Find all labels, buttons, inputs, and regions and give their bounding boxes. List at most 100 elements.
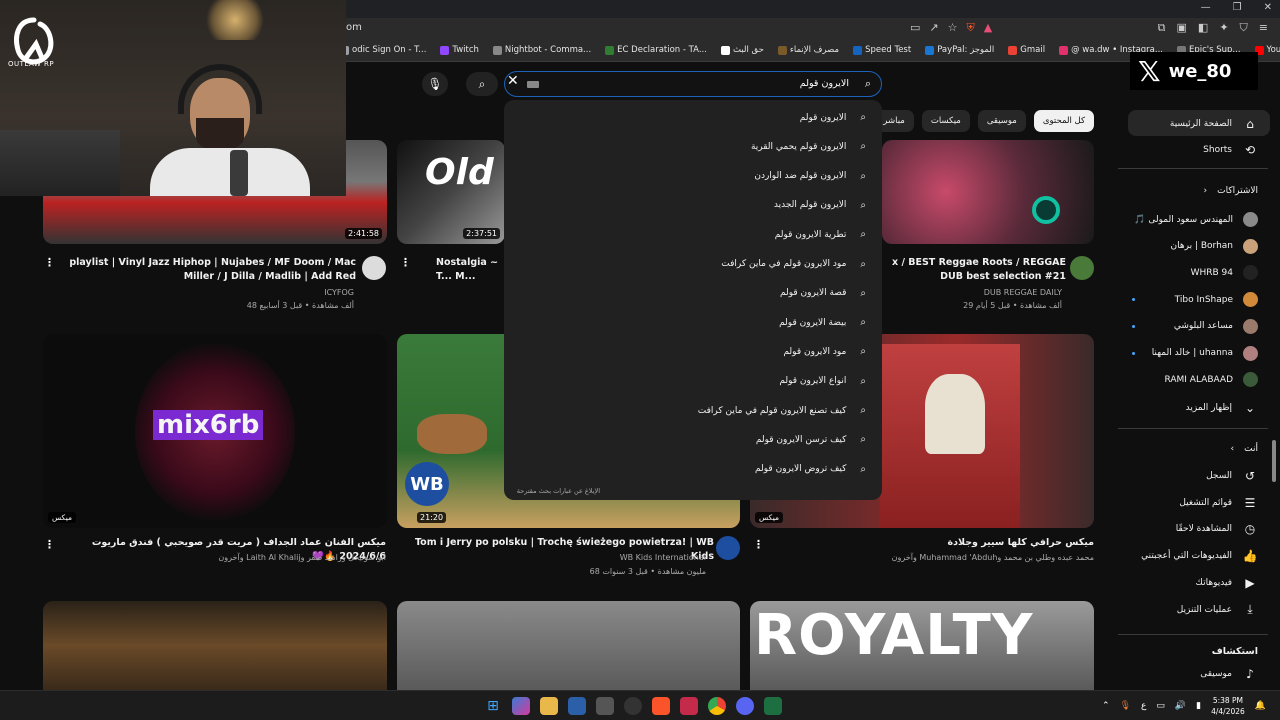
sidebar-item-shorts[interactable]: ⟲ Shorts [1203, 142, 1258, 158]
video-thumbnail[interactable]: Old 2:37:51 [397, 140, 505, 244]
subscription-item[interactable]: WHRB 94 [1191, 265, 1258, 281]
app-icon[interactable] [680, 697, 698, 715]
brave-icon[interactable] [652, 697, 670, 715]
suggestion-item[interactable]: ⌕ مود الايرون قولم في ماين كرافت [721, 259, 866, 270]
copilot-icon[interactable] [512, 697, 530, 715]
suggestion-item[interactable]: ⌕ الايرون قولم ضد الواردن [754, 171, 866, 182]
bookmark-item[interactable]: PayPal: الموجز [925, 45, 994, 55]
more-options-icon[interactable]: ⋮ [753, 538, 764, 551]
video-title[interactable]: Nostalgia ~ T... M... [436, 256, 504, 284]
sidebar-item[interactable]: ▶ فيديوهاتك [1196, 575, 1258, 591]
discord-icon[interactable] [736, 697, 754, 715]
keyboard-icon[interactable] [527, 81, 539, 88]
search-input[interactable]: الايرون قولم ⌕ [504, 71, 882, 97]
filter-chip[interactable]: كل المحتوى [1033, 110, 1094, 132]
store-icon[interactable] [568, 697, 586, 715]
subscriptions-header[interactable]: الاشتراكات ‹ [1204, 186, 1258, 196]
sidebar-toggle-icon[interactable]: ◧ [1198, 21, 1208, 35]
bookmark-item[interactable]: Nightbot - Comma... [492, 45, 591, 55]
video-thumbnail[interactable] [397, 601, 740, 690]
channel-name[interactable]: DUB REGGAE DAILY [900, 286, 1062, 299]
sidebar-item[interactable]: 👍 الفيديوهات التي أعجبتني [1141, 548, 1258, 564]
suggestion-item[interactable]: ⌕ بيضة الايرون قولم [779, 317, 866, 328]
suggestion-item[interactable]: ⌕ الايرون قولم الجديد [774, 200, 866, 211]
channel-avatar[interactable] [362, 256, 386, 280]
menu-icon[interactable]: ≡ [1259, 21, 1268, 35]
video-thumbnail[interactable]: mix6rb ميكس [43, 334, 387, 528]
suggestion-item[interactable]: ⌕ كيف تروض الايرون قولم [755, 464, 866, 475]
suggestion-item[interactable]: ⌕ الايرون قولم [800, 112, 866, 123]
rewards-icon[interactable]: ▲ [984, 21, 992, 35]
more-options-icon[interactable]: ⋮ [44, 256, 55, 269]
subscription-item[interactable]: Borhan | برهان [1171, 238, 1258, 254]
sidebar-item[interactable]: ♪ موسيقى [1200, 666, 1258, 682]
video-thumbnail[interactable] [882, 140, 1094, 244]
suggestion-item[interactable]: ⌕ كيف ترسن الايرون قولم [756, 434, 866, 445]
suggestion-item[interactable]: ⌕ مود الايرون قولم [783, 346, 866, 357]
video-thumbnail[interactable]: ROYALTY [750, 601, 1094, 690]
subscription-item[interactable]: المهندس سعود المولى 🎵 [1134, 212, 1258, 227]
filter-chip[interactable]: ميكسات [921, 110, 970, 132]
subscription-item[interactable]: Tibo InShape [1175, 292, 1258, 308]
sidebar-scrollbar[interactable] [1272, 440, 1276, 482]
github-icon[interactable] [624, 697, 642, 715]
video-thumbnail[interactable] [43, 601, 387, 690]
close-icon[interactable]: ✕ [1264, 2, 1272, 13]
screen-icon[interactable]: ▭ [910, 21, 920, 35]
file-explorer-icon[interactable] [540, 697, 558, 715]
volume-icon[interactable]: 🔊 [1175, 701, 1186, 711]
subscription-item[interactable]: RAMI ALABAAD [1164, 372, 1258, 388]
filter-chip[interactable]: موسيقى [977, 110, 1026, 132]
bookmark-icon[interactable]: ☆ [948, 21, 958, 35]
notification-icon[interactable]: 🔔 [1255, 701, 1266, 711]
more-options-icon[interactable]: ⋮ [44, 538, 55, 551]
report-suggestions-link[interactable]: الإبلاغ عن عبارات بحث مقترحة [517, 487, 600, 495]
channel-name[interactable]: ICYFOG [200, 286, 354, 299]
leo-icon[interactable]: ✦ [1219, 21, 1228, 35]
channel-avatar[interactable] [716, 536, 740, 560]
video-title[interactable]: x / BEST Reggae Roots / REGGAE DUB best … [882, 256, 1066, 284]
sidebar-item[interactable]: ◷ المشاهدة لاحقًا [1176, 521, 1258, 537]
calculator-icon[interactable] [596, 697, 614, 715]
start-icon[interactable]: ⊞ [484, 697, 502, 715]
share-icon[interactable]: ↗ [929, 21, 938, 35]
vpn-icon[interactable]: ⛉ [1240, 21, 1248, 35]
search-button[interactable]: ⌕ [466, 72, 498, 96]
suggestion-item[interactable]: ⌕ الايرون قولم يحمي القرية [751, 141, 866, 152]
subscription-item[interactable]: uhanna | خالد المهنا [1152, 345, 1258, 361]
mic-tray-icon[interactable]: 🎙 [1120, 701, 1131, 711]
sidebar-item-home[interactable]: ⌂ الصفحة الرئيسية [1170, 116, 1258, 132]
suggestion-item[interactable]: ⌕ قصة الايرون قولم [780, 288, 866, 299]
show-more-button[interactable]: ⌄ إظهار المزيد [1186, 400, 1258, 416]
subscription-item[interactable]: مساعد البلوشي [1174, 318, 1258, 334]
language-indicator[interactable]: ع [1141, 701, 1146, 711]
voice-search-button[interactable]: 🎙 [422, 72, 448, 96]
video-title[interactable]: ميكس حرافي كلها سيير وجلادة [770, 536, 1095, 550]
extensions-icon[interactable]: ⧉ [1158, 21, 1166, 35]
suggestion-item[interactable]: ⌕ انواع الايرون قولم [779, 376, 866, 387]
bookmark-item[interactable]: Speed Test [853, 45, 911, 55]
suggestion-item[interactable]: ⌕ تطرية الايرون قولم [775, 229, 866, 240]
channel-name[interactable]: ابو سونيحل وراشد صقر وLaith Al Khalij وآ… [60, 551, 386, 564]
channel-name[interactable]: محمد عبده وطلي بن محمد وMuhammad 'Abduh … [770, 551, 1094, 564]
clock[interactable]: 5:38 PM 4/4/2026 [1211, 695, 1245, 717]
clear-search-icon[interactable]: ✕ [507, 73, 519, 89]
bookmark-item[interactable]: Twitch [440, 45, 479, 55]
you-header[interactable]: أنت › [1231, 444, 1258, 454]
chrome-icon[interactable] [708, 697, 726, 715]
bookmark-item[interactable]: EC Declaration - TA... [605, 45, 707, 55]
battery-icon[interactable]: ▮ [1196, 701, 1201, 711]
channel-avatar[interactable] [1070, 256, 1094, 280]
sidebar-item[interactable]: ☰ قوائم التشغيل [1179, 495, 1258, 511]
video-title[interactable]: playlist | Vinyl Jazz Hiphop | Nujabes /… [64, 256, 356, 284]
maximize-icon[interactable]: ❐ [1233, 2, 1242, 13]
wallet-icon[interactable]: ▣ [1177, 21, 1187, 35]
sidebar-item[interactable]: ↺ السجل [1206, 468, 1258, 484]
brave-shield-icon[interactable]: ⛨ [967, 21, 975, 35]
bookmark-item[interactable]: حق البث [720, 45, 764, 55]
bookmark-item[interactable]: odic Sign On - T... [340, 45, 426, 55]
channel-name[interactable]: WB Kids International [410, 551, 706, 564]
chevron-up-icon[interactable]: ⌃ [1102, 701, 1110, 711]
bookmark-item[interactable]: Gmail [1008, 45, 1045, 55]
minimize-icon[interactable]: — [1201, 2, 1211, 13]
